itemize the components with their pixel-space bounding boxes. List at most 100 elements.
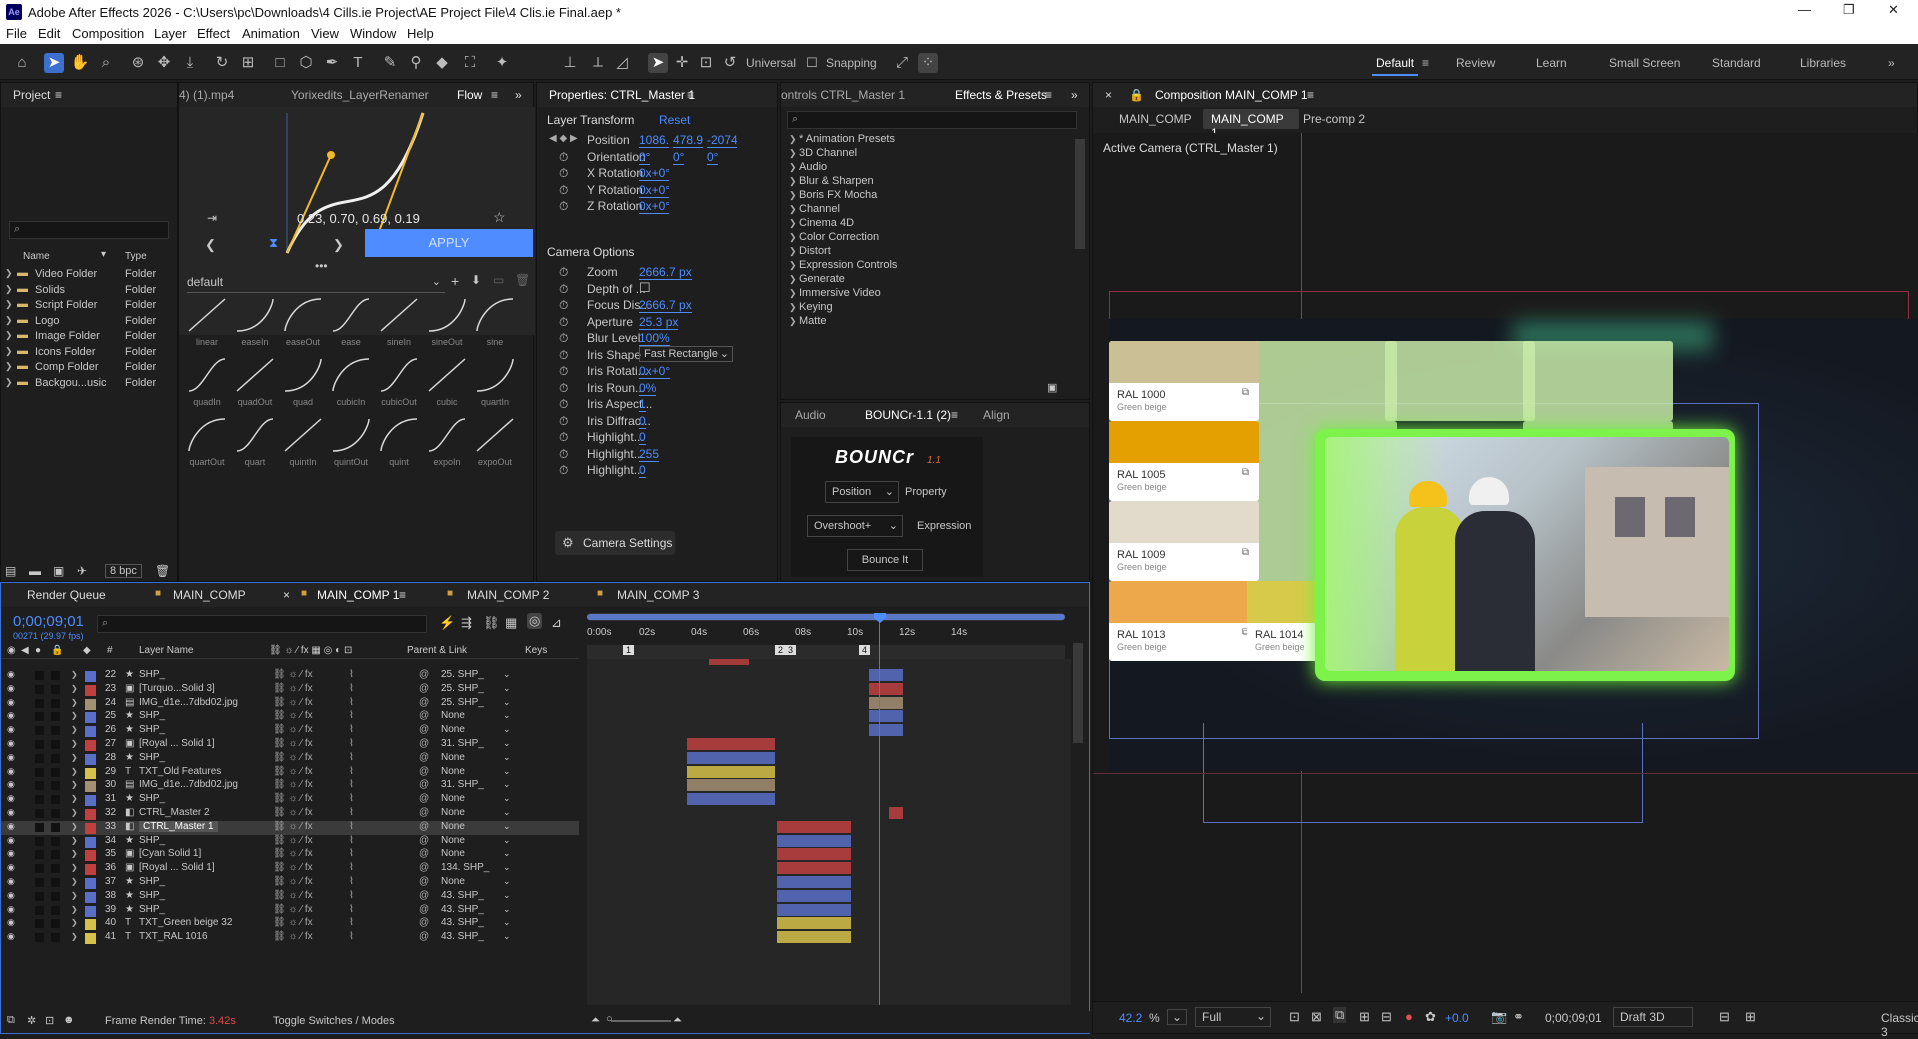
label-color[interactable] — [85, 891, 96, 903]
solo-toggle[interactable] — [35, 726, 44, 736]
eye-icon[interactable]: ◉ — [7, 724, 15, 735]
anchor-tool-icon[interactable]: ⊞ — [238, 53, 258, 73]
property-value[interactable]: 1086.5 — [639, 133, 669, 148]
zoom-out-icon[interactable]: ⏶ — [591, 1014, 600, 1027]
table-row[interactable]: ◉ ❯ 28 ★ SHP_ ⛓ ☼ ⁄ fx ⌇ @ None ⌄ — [1, 752, 579, 766]
tab-effect-controls[interactable]: ontrols CTRL_Master 1 — [781, 88, 905, 102]
lock-toggle[interactable] — [51, 726, 60, 736]
expand-arrow-icon[interactable]: ❯ — [5, 268, 13, 279]
transfer-controls-icon[interactable]: ✲ — [27, 1014, 36, 1027]
solo-toggle[interactable] — [35, 767, 44, 777]
layer-bar[interactable] — [687, 779, 775, 792]
axis-view-icon[interactable]: ◿ — [612, 53, 632, 73]
zoom-in-icon[interactable]: ⏶ — [673, 1014, 682, 1027]
tab-flow[interactable]: Flow — [457, 88, 482, 102]
frame-blending-icon[interactable]: ▦ — [505, 615, 517, 631]
motion-icon[interactable]: ⌇ — [349, 779, 354, 790]
layer-bar[interactable] — [777, 903, 851, 916]
table-row[interactable]: ◉ ❯ 27 ▣ [Royal ... Solid 1] ⛓ ☼ ⁄ fx ⌇ @31. SH… — [1, 738, 579, 752]
home-icon[interactable]: ⌂ — [12, 53, 32, 73]
project-search-input[interactable]: ⌕ — [9, 221, 169, 239]
lock-toggle[interactable] — [51, 891, 60, 901]
checkbox-icon[interactable]: ☐ — [639, 280, 651, 296]
eye-icon[interactable]: ◉ — [7, 862, 15, 873]
trash-icon[interactable]: 🗑 — [155, 564, 170, 578]
table-row[interactable]: ◉ ❯ 35 ▣ [Cyan Solid 1] ⛓ ☼ ⁄ fx ⌇ @ None ⌄ — [1, 848, 579, 862]
ease-preset-sine[interactable]: sine — [473, 295, 517, 349]
stopwatch-icon[interactable]: ⏱ — [559, 298, 568, 313]
brush-tool-icon[interactable]: ✎ — [380, 53, 400, 73]
playhead[interactable] — [879, 613, 880, 1005]
zoom-value[interactable]: 42.2 — [1119, 1011, 1142, 1025]
motion-icon[interactable]: ⌇ — [349, 931, 354, 942]
switches-header[interactable]: ⛓ ☼ ⁄ fx ▦ ◎ ◐ ⊡ — [269, 645, 352, 656]
pickwhip-icon[interactable]: @ — [419, 917, 429, 928]
project-item[interactable]: ❯ ▬ Backgou...usic Folder — [1, 376, 179, 391]
tab-effects-presets[interactable]: Effects & Presets — [955, 88, 1047, 102]
table-row[interactable]: ◉ ❯ 33 ◧ CTRL_Master 1 ⛓ ☼ ⁄ fx ⌇ @ None ⌄ — [1, 820, 579, 835]
motion-icon[interactable]: ⌇ — [349, 904, 354, 915]
effect-category[interactable]: ❯ Generate — [781, 273, 1077, 287]
solo-toggle[interactable] — [35, 684, 44, 694]
timeline-scrollbar[interactable] — [1073, 643, 1083, 743]
expand-arrow-icon[interactable]: ❯ — [71, 739, 78, 748]
layer-switches-icon[interactable]: ⧉ — [7, 1014, 15, 1027]
snapshot-camera-icon[interactable]: 📷 — [1491, 1009, 1507, 1025]
project-menu-icon[interactable]: ≡ — [55, 88, 62, 102]
stopwatch-icon[interactable]: ⏱ — [559, 381, 568, 396]
apply-button[interactable]: APPLY — [365, 229, 533, 257]
label-color[interactable] — [85, 919, 96, 931]
mask-visibility-icon[interactable]: ⧉ — [1333, 1007, 1347, 1023]
stopwatch-icon[interactable]: ⏱ — [559, 150, 568, 165]
expand-arrow-icon[interactable]: ❯ — [5, 361, 13, 372]
menu-layer[interactable]: Layer — [154, 26, 187, 41]
expand-arrow-icon[interactable]: ❯ — [5, 284, 13, 295]
bezier-values[interactable]: 0.23, 0.70, 0.69, 0.19 — [297, 211, 420, 226]
table-row[interactable]: ◉ ❯ 41 T TXT_RAL 1016 ⛓ ☼ ⁄ fx ⌇ @43. SHP_ ⌄ — [1, 931, 579, 945]
parent-value[interactable]: 43. SHP_ — [441, 890, 484, 901]
layer-name[interactable]: IMG_d1e...7dbd02.jpg — [139, 779, 238, 790]
expand-arrow-icon[interactable]: ❯ — [71, 849, 78, 858]
chevron-down-icon[interactable]: ⌄ — [503, 779, 511, 790]
motion-icon[interactable]: ⌇ — [349, 807, 354, 818]
layer-name[interactable]: SHP_ — [139, 904, 165, 915]
solo-toggle[interactable] — [35, 795, 44, 805]
effect-category[interactable]: ❯ 3D Channel — [781, 147, 1077, 161]
pickwhip-icon[interactable]: @ — [419, 890, 429, 901]
effect-category[interactable]: ❯ Audio — [781, 161, 1077, 175]
lock-toggle[interactable] — [51, 684, 60, 694]
effect-category[interactable]: ❯ Boris FX Mocha — [781, 189, 1077, 203]
expression-dropdown[interactable]: Overshoot+ ⌄ — [807, 515, 903, 537]
project-item[interactable]: ❯ ▬ Comp Folder Folder — [1, 360, 179, 375]
layer-bar[interactable] — [889, 807, 903, 819]
pickwhip-icon[interactable]: @ — [419, 876, 429, 887]
solo-toggle[interactable] — [35, 753, 44, 763]
tab-main-comp-2[interactable]: MAIN_COMP 2 — [467, 588, 549, 602]
stopwatch-icon[interactable]: ⏱ — [559, 166, 568, 181]
chevron-down-icon[interactable]: ⌄ — [503, 821, 511, 832]
menu-animation[interactable]: Animation — [242, 26, 300, 41]
layer-switches[interactable]: ⛓ ☼ ⁄ fx — [273, 683, 313, 694]
close-button[interactable]: ✕ — [1888, 2, 1899, 18]
folder-preset-icon[interactable]: ▭ — [493, 273, 504, 287]
effect-category[interactable]: ❯ Immersive Video — [781, 287, 1077, 301]
parent-value[interactable]: 134. SHP_ — [441, 862, 489, 873]
chevron-down-icon[interactable]: ⌄ — [503, 904, 511, 915]
toggle-switches-modes-button[interactable]: Toggle Switches / Modes — [273, 1015, 395, 1027]
lock-icon[interactable]: 🔒 — [1129, 88, 1144, 102]
layer-name[interactable]: [Royal ... Solid 1] — [139, 862, 215, 873]
audio-header-icon[interactable]: ◀ — [21, 645, 29, 656]
rotate-gizmo-icon[interactable]: ↺ — [720, 53, 740, 73]
solo-toggle[interactable] — [35, 809, 44, 818]
chevron-down-icon[interactable]: ⌄ — [503, 876, 511, 887]
motion-icon[interactable]: ⌇ — [349, 738, 354, 749]
eye-icon[interactable]: ◉ — [7, 793, 15, 804]
effect-category[interactable]: ❯ Keying — [781, 301, 1077, 315]
label-color[interactable] — [85, 712, 96, 724]
expand-arrow-icon[interactable]: ❯ — [71, 863, 78, 872]
chevron-down-icon[interactable]: ⌄ — [503, 683, 511, 694]
lock-toggle[interactable] — [51, 698, 60, 708]
layer-name[interactable]: SHP_ — [139, 752, 165, 763]
property-value[interactable]: 0 — [639, 430, 646, 445]
chevron-down-icon[interactable]: ⌄ — [503, 752, 511, 763]
